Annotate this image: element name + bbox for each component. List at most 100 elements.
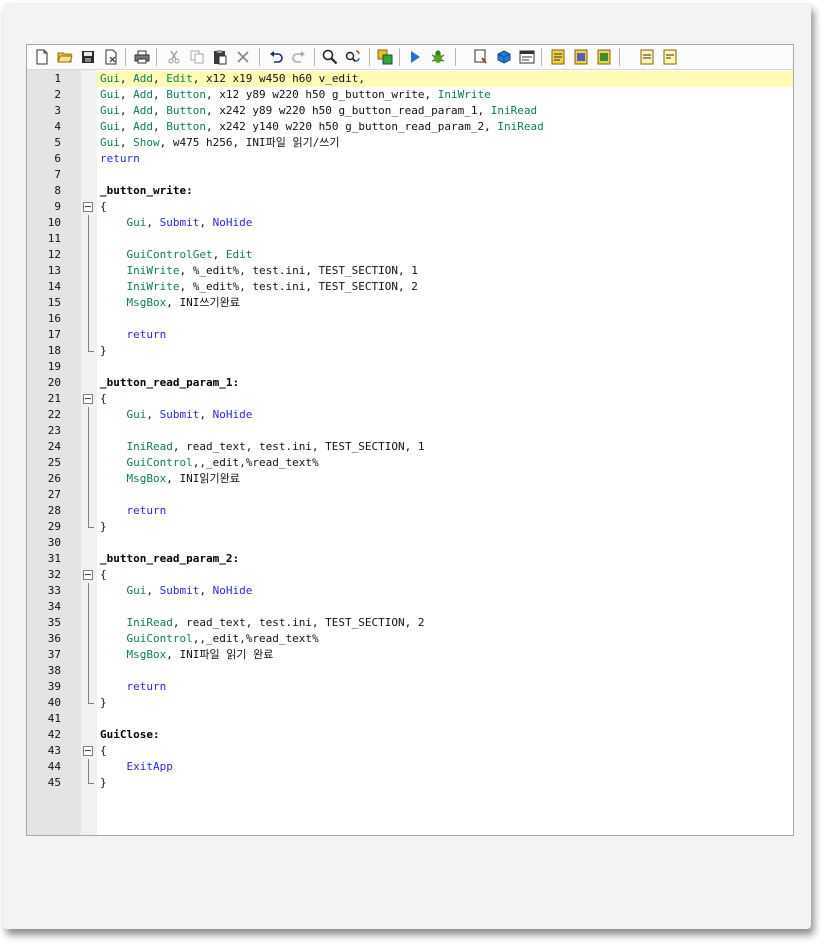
code-line[interactable]: 23 <box>27 423 793 439</box>
text-token: , <box>119 72 134 85</box>
line-number: 11 <box>47 232 61 245</box>
code-line[interactable]: 44 ExitApp <box>27 759 793 775</box>
code-line[interactable]: 15 MsgBox, INI쓰기완료 <box>27 295 793 311</box>
code-line[interactable]: 22 Gui, Submit, NoHide <box>27 407 793 423</box>
tool3-icon[interactable] <box>518 48 536 66</box>
code-line[interactable]: 5 Gui, Show, w475 h256, INI파일 읽기/쓰기 <box>27 135 793 151</box>
text-token: , <box>153 104 167 117</box>
undo-icon[interactable] <box>267 48 285 66</box>
line-number: 42 <box>47 728 61 741</box>
text-token: , w475 h256, INI파일 읽기/쓰기 <box>159 136 340 149</box>
code-line[interactable]: 16 <box>27 311 793 327</box>
code-line[interactable]: 40} <box>27 695 793 711</box>
code-line[interactable]: 7 <box>27 167 793 183</box>
code-line[interactable]: 29} <box>27 519 793 535</box>
code-line[interactable]: 24 IniRead, read_text, test.ini, TEST_SE… <box>27 439 793 455</box>
code-line[interactable]: 18} <box>27 343 793 359</box>
code-line[interactable]: 38 <box>27 663 793 679</box>
code-text: return <box>100 503 167 519</box>
code-line[interactable]: 4 Gui, Add, Button, x242 y140 w220 h50 g_… <box>27 119 793 135</box>
doc1-icon[interactable] <box>549 48 567 66</box>
code-line[interactable]: 39 return <box>27 679 793 695</box>
code-line[interactable]: 41 <box>27 711 793 727</box>
code-line[interactable]: 36 GuiControl,,_edit,%read_text% <box>27 631 793 647</box>
replace-icon[interactable] <box>344 48 362 66</box>
code-line[interactable]: 35 IniRead, read_text, test.ini, TEST_SE… <box>27 615 793 631</box>
text-token: { <box>100 568 107 581</box>
compile-icon[interactable] <box>376 48 394 66</box>
toolbar <box>27 45 793 70</box>
code-editor[interactable]: 1 Gui, Add, Edit, x12 x19 w450 h60 v_edit… <box>27 71 793 791</box>
code-line[interactable]: 6 return <box>27 151 793 167</box>
code-line[interactable]: 30 <box>27 535 793 551</box>
open-folder-icon[interactable] <box>56 48 74 66</box>
code-line[interactable]: 9{ <box>27 199 793 215</box>
doc4-icon[interactable] <box>638 48 656 66</box>
code-line[interactable]: 11 <box>27 231 793 247</box>
code-line[interactable]: 17 return <box>27 327 793 343</box>
code-line[interactable]: 19 <box>27 359 793 375</box>
find-icon[interactable] <box>321 48 339 66</box>
run-icon[interactable] <box>406 48 424 66</box>
fold-guide <box>88 679 89 695</box>
fold-toggle-icon[interactable] <box>83 570 93 580</box>
fold-guide <box>88 663 89 679</box>
tool2-icon[interactable] <box>495 48 513 66</box>
code-line[interactable]: 34 <box>27 599 793 615</box>
paste-icon[interactable] <box>211 48 229 66</box>
code-line[interactable]: 10 Gui, Submit, NoHide <box>27 215 793 231</box>
line-number: 26 <box>47 472 61 485</box>
redo-icon[interactable] <box>290 48 308 66</box>
print-icon[interactable] <box>133 48 151 66</box>
save-icon[interactable] <box>79 48 97 66</box>
code-text: } <box>100 695 107 711</box>
code-line[interactable]: 32 { <box>27 567 793 583</box>
text-token: , <box>199 584 213 597</box>
code-line[interactable]: 20 _button_read_param_1: <box>27 375 793 391</box>
line-number: 8 <box>54 184 61 197</box>
code-line[interactable]: 33 Gui, Submit, NoHide <box>27 583 793 599</box>
code-line[interactable]: 27 <box>27 487 793 503</box>
keyword-token: Show <box>133 136 160 149</box>
code-line[interactable]: 21 { <box>27 391 793 407</box>
fold-toggle-icon[interactable] <box>83 394 93 404</box>
close-file-icon[interactable] <box>102 48 120 66</box>
code-line[interactable]: 12 GuiControlGet, Edit <box>27 247 793 263</box>
code-line[interactable]: 14 IniWrite, %_edit%, test.ini, TEST_SEC… <box>27 279 793 295</box>
code-line[interactable]: 43 { <box>27 743 793 759</box>
code-text: MsgBox, INI읽기완료 <box>100 471 240 487</box>
code-text: } <box>100 343 107 359</box>
copy-icon[interactable] <box>188 48 206 66</box>
code-line[interactable]: 2 Gui, Add, Button, x12 y89 w220 h50 g_bu… <box>27 87 793 103</box>
doc2-icon[interactable] <box>572 48 590 66</box>
keyword-token: Gui <box>126 216 147 229</box>
code-line[interactable]: 31 _button_read_param_2: <box>27 551 793 567</box>
code-line[interactable]: 13 IniWrite, %_edit%, test.ini, TEST_SEC… <box>27 263 793 279</box>
text-token: , x12 y89 w220 h50 g_button_write, <box>206 88 438 101</box>
code-line[interactable]: 42 GuiClose: <box>27 727 793 743</box>
doc3-icon[interactable] <box>595 48 613 66</box>
fold-toggle-icon[interactable] <box>83 202 93 212</box>
line-number: 28 <box>47 504 61 517</box>
code-line[interactable]: 45} <box>27 775 793 791</box>
tool1-icon[interactable] <box>472 48 490 66</box>
code-line[interactable]: 25 GuiControl,,_edit,%read_text% <box>27 455 793 471</box>
debug-icon[interactable] <box>429 48 447 66</box>
doc5-icon[interactable] <box>661 48 679 66</box>
line-number: 33 <box>47 584 61 597</box>
code-line[interactable]: 8 _button_write: <box>27 183 793 199</box>
cut-icon[interactable] <box>165 48 183 66</box>
line-number: 16 <box>47 312 61 325</box>
code-line[interactable]: 28 return <box>27 503 793 519</box>
delete-icon[interactable] <box>234 48 252 66</box>
new-file-icon[interactable] <box>33 48 51 66</box>
fold-guide <box>88 599 89 615</box>
line-number: 25 <box>47 456 61 469</box>
code-line[interactable]: 26 MsgBox, INI읽기완료 <box>27 471 793 487</box>
code-line[interactable]: 1 Gui, Add, Edit, x12 x19 w450 h60 v_edit… <box>27 71 793 87</box>
code-line[interactable]: 3 Gui, Add, Button, x242 y89 w220 h50 g_b… <box>27 103 793 119</box>
code-line[interactable]: 37 MsgBox, INI파일 읽기 완료 <box>27 647 793 663</box>
fold-toggle-icon[interactable] <box>83 746 93 756</box>
